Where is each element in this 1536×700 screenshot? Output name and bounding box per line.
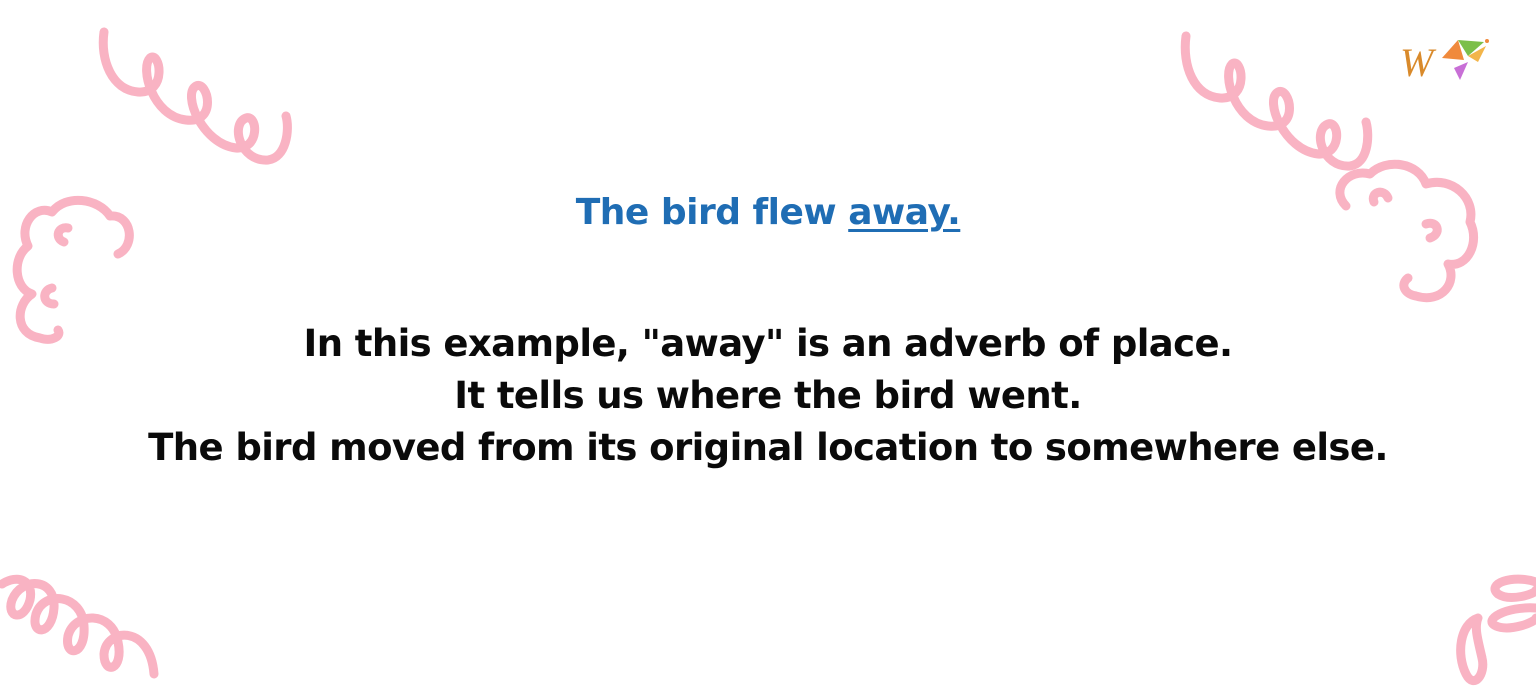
leaf-loop-icon <box>1456 574 1536 685</box>
logo-initial: W <box>1400 40 1437 85</box>
brand-logo: W <box>1400 39 1489 85</box>
cloud-swirl-icon <box>1335 159 1479 303</box>
squiggle-loop-icon <box>98 27 292 165</box>
explanation-line-2: It tells us where the bird went. <box>454 374 1082 417</box>
explanation-line-1: In this example, "away" is an adverb of … <box>303 322 1233 365</box>
example-highlighted-word: away. <box>848 192 961 233</box>
explanation-line-3: The bird moved from its original locatio… <box>148 426 1388 469</box>
example-sentence-start: The bird flew <box>575 192 849 233</box>
example-sentence: The bird flew away. <box>0 192 1536 233</box>
squiggle-loop-icon <box>0 574 159 679</box>
slide-canvas: W The bird flew away. In this example, "… <box>0 0 1536 700</box>
explanation-text: In this example, "away" is an adverb of … <box>0 318 1536 474</box>
